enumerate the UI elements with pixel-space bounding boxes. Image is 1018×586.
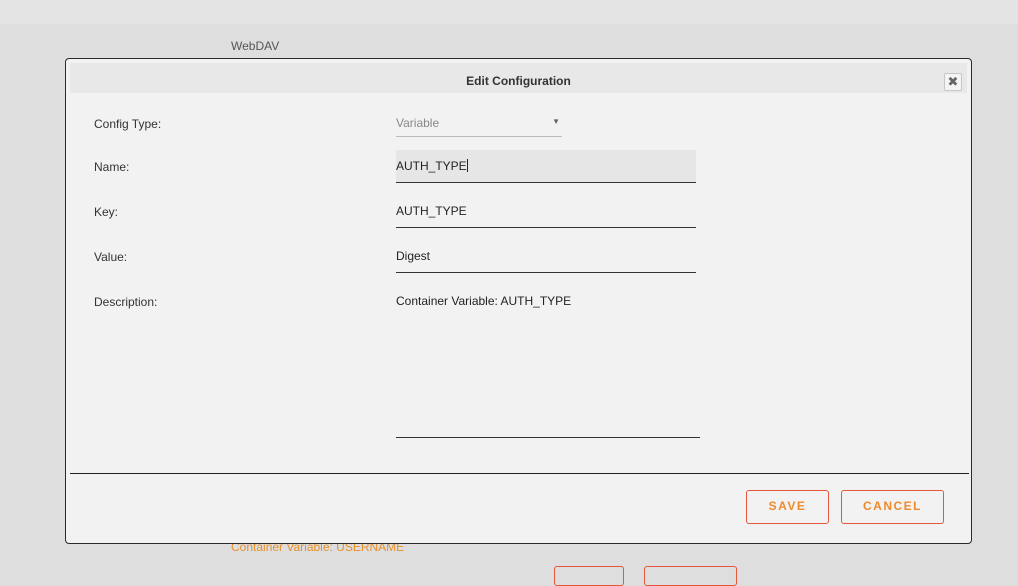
name-input-value: AUTH_TYPE (396, 159, 467, 173)
background-section-label: WebDAV (231, 39, 280, 53)
cancel-button[interactable]: CANCEL (841, 490, 944, 524)
key-label: Key: (94, 205, 119, 219)
background-top-bar (0, 0, 1018, 24)
background-save-button[interactable] (554, 566, 624, 586)
edit-configuration-dialog: Edit Configuration ✖ Config Type: Variab… (65, 58, 972, 544)
key-input[interactable]: AUTH_TYPE (396, 199, 696, 228)
dropdown-arrow-icon: ▼ (552, 117, 560, 126)
dialog-header: Edit Configuration ✖ (70, 63, 967, 93)
footer-divider (70, 473, 969, 474)
name-label: Name: (94, 160, 130, 174)
text-caret (466, 159, 468, 172)
config-type-label: Config Type: (94, 117, 162, 131)
value-label: Value: (94, 250, 128, 264)
name-input[interactable]: AUTH_TYPE (396, 150, 696, 183)
close-button[interactable]: ✖ (944, 73, 962, 91)
config-type-value: Variable (396, 116, 440, 130)
value-input-value: Digest (396, 249, 431, 263)
value-input[interactable]: Digest (396, 244, 696, 273)
config-type-select[interactable]: Variable ▼ (396, 115, 562, 137)
description-textarea[interactable]: Container Variable: AUTH_TYPE (396, 289, 700, 438)
description-value: Container Variable: AUTH_TYPE (396, 294, 572, 308)
save-button[interactable]: SAVE (746, 490, 829, 524)
dialog-title: Edit Configuration (466, 74, 571, 88)
close-icon: ✖ (947, 74, 959, 89)
key-input-value: AUTH_TYPE (396, 204, 467, 218)
description-label: Description: (94, 295, 158, 309)
background-cancel-button[interactable] (644, 566, 737, 586)
